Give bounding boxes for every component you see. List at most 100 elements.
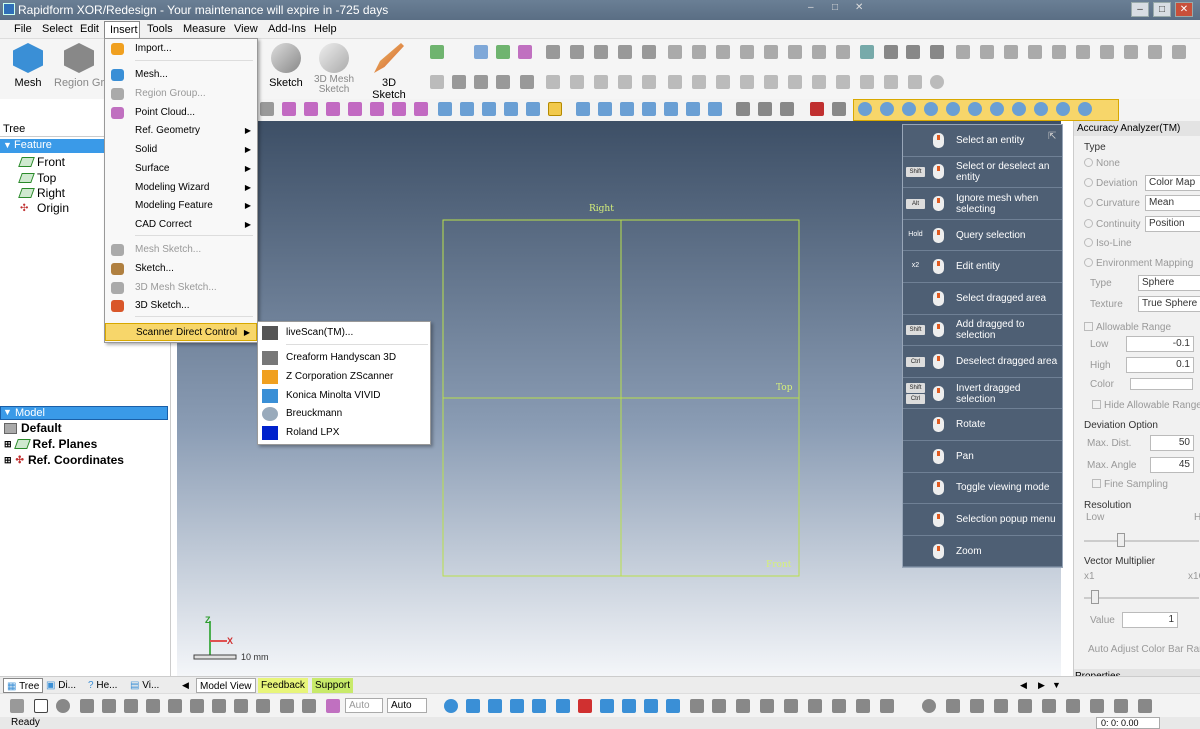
tool-icon-d[interactable] bbox=[618, 75, 632, 89]
cube-view-icon-3[interactable] bbox=[620, 102, 634, 116]
measure-tool-icon[interactable] bbox=[760, 699, 774, 713]
shading-icon[interactable] bbox=[808, 699, 822, 713]
eye-icon-6[interactable] bbox=[968, 102, 982, 116]
texture-select[interactable]: True Sphere bbox=[1138, 296, 1200, 312]
tool-icon-b[interactable] bbox=[570, 75, 584, 89]
blend-icon[interactable] bbox=[740, 45, 754, 59]
box-icon[interactable] bbox=[496, 75, 510, 89]
select-all-icon[interactable] bbox=[190, 699, 204, 713]
frame-icon[interactable] bbox=[1124, 45, 1138, 59]
doc-minimize-button[interactable]: – bbox=[808, 2, 814, 13]
tool-icon-i[interactable] bbox=[740, 75, 754, 89]
view-top-icon[interactable] bbox=[526, 102, 540, 116]
export-icon[interactable] bbox=[1172, 45, 1186, 59]
tree-item-origin[interactable]: ✣ Origin bbox=[20, 201, 69, 215]
tool-icon-a[interactable] bbox=[546, 75, 560, 89]
cube-view-icon-5[interactable] bbox=[664, 102, 678, 116]
tool-icon-e[interactable] bbox=[642, 75, 656, 89]
eye-icon-1[interactable] bbox=[858, 102, 872, 116]
loft-icon[interactable] bbox=[570, 45, 584, 59]
pyramid-icon[interactable] bbox=[348, 102, 362, 116]
view-cube-icon-1[interactable] bbox=[556, 699, 570, 713]
menu-measure[interactable]: Measure bbox=[183, 23, 226, 35]
high-input[interactable]: 0.1 bbox=[1126, 357, 1194, 373]
tool-icon-l[interactable] bbox=[812, 75, 826, 89]
scanner-item-roland-lpx[interactable]: Roland LPX bbox=[258, 424, 430, 442]
freehand-select-icon[interactable] bbox=[102, 699, 116, 713]
auto-adjust-button[interactable]: Auto Adjust Color Bar Range bbox=[1088, 644, 1200, 655]
menu-select[interactable]: Select bbox=[42, 23, 73, 35]
model-item-default[interactable]: Default bbox=[4, 421, 62, 435]
view-cube-icon-6[interactable] bbox=[666, 699, 680, 713]
shell-icon[interactable] bbox=[764, 45, 778, 59]
tab-scroll-left-icon[interactable]: ◀ bbox=[182, 678, 189, 693]
cube-view-icon-1[interactable] bbox=[576, 102, 590, 116]
body-icon[interactable] bbox=[980, 45, 994, 59]
shade-icon[interactable] bbox=[758, 102, 772, 116]
tool-icon-n[interactable] bbox=[860, 75, 874, 89]
view-right-icon[interactable] bbox=[504, 102, 518, 116]
max-angle-input[interactable]: 45 bbox=[1150, 457, 1194, 473]
mirror-icon[interactable] bbox=[860, 45, 874, 59]
insert-menu-item-modeling-feature[interactable]: Modeling Feature ▶ bbox=[105, 197, 257, 215]
view-front-icon[interactable] bbox=[438, 102, 452, 116]
circle-select-icon[interactable] bbox=[56, 699, 70, 713]
trim-icon[interactable] bbox=[716, 45, 730, 59]
type-deviation[interactable]: Deviation bbox=[1084, 178, 1138, 189]
transparency-icon[interactable] bbox=[856, 699, 870, 713]
doc-close-button[interactable]: ✕ bbox=[855, 2, 863, 13]
polyline-select-icon[interactable] bbox=[80, 699, 94, 713]
history-icon[interactable] bbox=[930, 75, 944, 89]
coordinate-icon[interactable] bbox=[496, 45, 510, 59]
tree-item-front[interactable]: Front bbox=[18, 155, 65, 169]
tool-icon-h[interactable] bbox=[716, 75, 730, 89]
continuity-select[interactable]: Position bbox=[1145, 216, 1200, 232]
type-iso-line[interactable]: Iso-Line bbox=[1084, 238, 1132, 249]
pin-icon[interactable]: ⇱ bbox=[1048, 131, 1056, 142]
section-icon[interactable] bbox=[908, 75, 922, 89]
draft-icon[interactable] bbox=[788, 45, 802, 59]
hide-select-icon[interactable] bbox=[256, 699, 270, 713]
model-item-ref-planes[interactable]: ⊞ Ref. Planes bbox=[4, 437, 97, 451]
plane-icon[interactable] bbox=[430, 45, 444, 59]
tool-icon-k[interactable] bbox=[788, 75, 802, 89]
surface-icon[interactable] bbox=[546, 45, 560, 59]
doc-restore-button[interactable]: □ bbox=[832, 2, 838, 13]
rotate-icon[interactable] bbox=[510, 699, 524, 713]
thicken-icon[interactable] bbox=[836, 45, 850, 59]
vector-icon[interactable] bbox=[474, 45, 488, 59]
extension-select-icon[interactable] bbox=[146, 699, 160, 713]
mesh-button[interactable]: Mesh bbox=[8, 43, 48, 89]
scanner-item-z-corporation-zscanner[interactable]: Z Corporation ZScanner bbox=[258, 368, 430, 386]
fill-icon[interactable] bbox=[668, 45, 682, 59]
collapse-feature-icon[interactable]: ▼ bbox=[3, 140, 12, 150]
invert-select-icon[interactable] bbox=[212, 699, 226, 713]
cylinder-icon[interactable] bbox=[452, 75, 466, 89]
cube-view-icon-6[interactable] bbox=[686, 102, 700, 116]
tool-icon-m[interactable] bbox=[836, 75, 850, 89]
view-cube-icon-5[interactable] bbox=[644, 699, 658, 713]
tool-icon-j[interactable] bbox=[764, 75, 778, 89]
tool-icon-c[interactable] bbox=[594, 75, 608, 89]
insert-menu-item-modeling-wizard[interactable]: Modeling Wizard ▶ bbox=[105, 179, 257, 197]
type-none[interactable]: None bbox=[1084, 158, 1120, 169]
grid-icon[interactable] bbox=[736, 699, 750, 713]
tree-item-right[interactable]: Right bbox=[18, 186, 65, 200]
expand-icon[interactable]: ⊞ bbox=[4, 439, 12, 450]
eye-icon-10[interactable] bbox=[1056, 102, 1070, 116]
hide-allowable-check[interactable]: Hide Allowable Range bbox=[1092, 400, 1200, 411]
facet-icon[interactable] bbox=[392, 102, 406, 116]
menu-edit[interactable]: Edit bbox=[80, 23, 99, 35]
insert-menu-item-3d-mesh-sketch[interactable]: 3D Mesh Sketch... bbox=[105, 279, 257, 297]
tool-icon-f[interactable] bbox=[668, 75, 682, 89]
view-cube-icon-3[interactable] bbox=[600, 699, 614, 713]
zoom-icon[interactable] bbox=[466, 699, 480, 713]
insert-menu-item-sketch[interactable]: Sketch... bbox=[105, 260, 257, 278]
point-icon[interactable] bbox=[518, 45, 532, 59]
close-button[interactable]: ✕ bbox=[1175, 2, 1193, 17]
select-through-icon[interactable] bbox=[168, 699, 182, 713]
vertex-icon[interactable] bbox=[326, 102, 340, 116]
max-dist-input[interactable]: 50 bbox=[1150, 435, 1194, 451]
sketch-3d-button[interactable]: 3D Sketch bbox=[366, 43, 412, 101]
sphere-icon[interactable] bbox=[922, 699, 936, 713]
